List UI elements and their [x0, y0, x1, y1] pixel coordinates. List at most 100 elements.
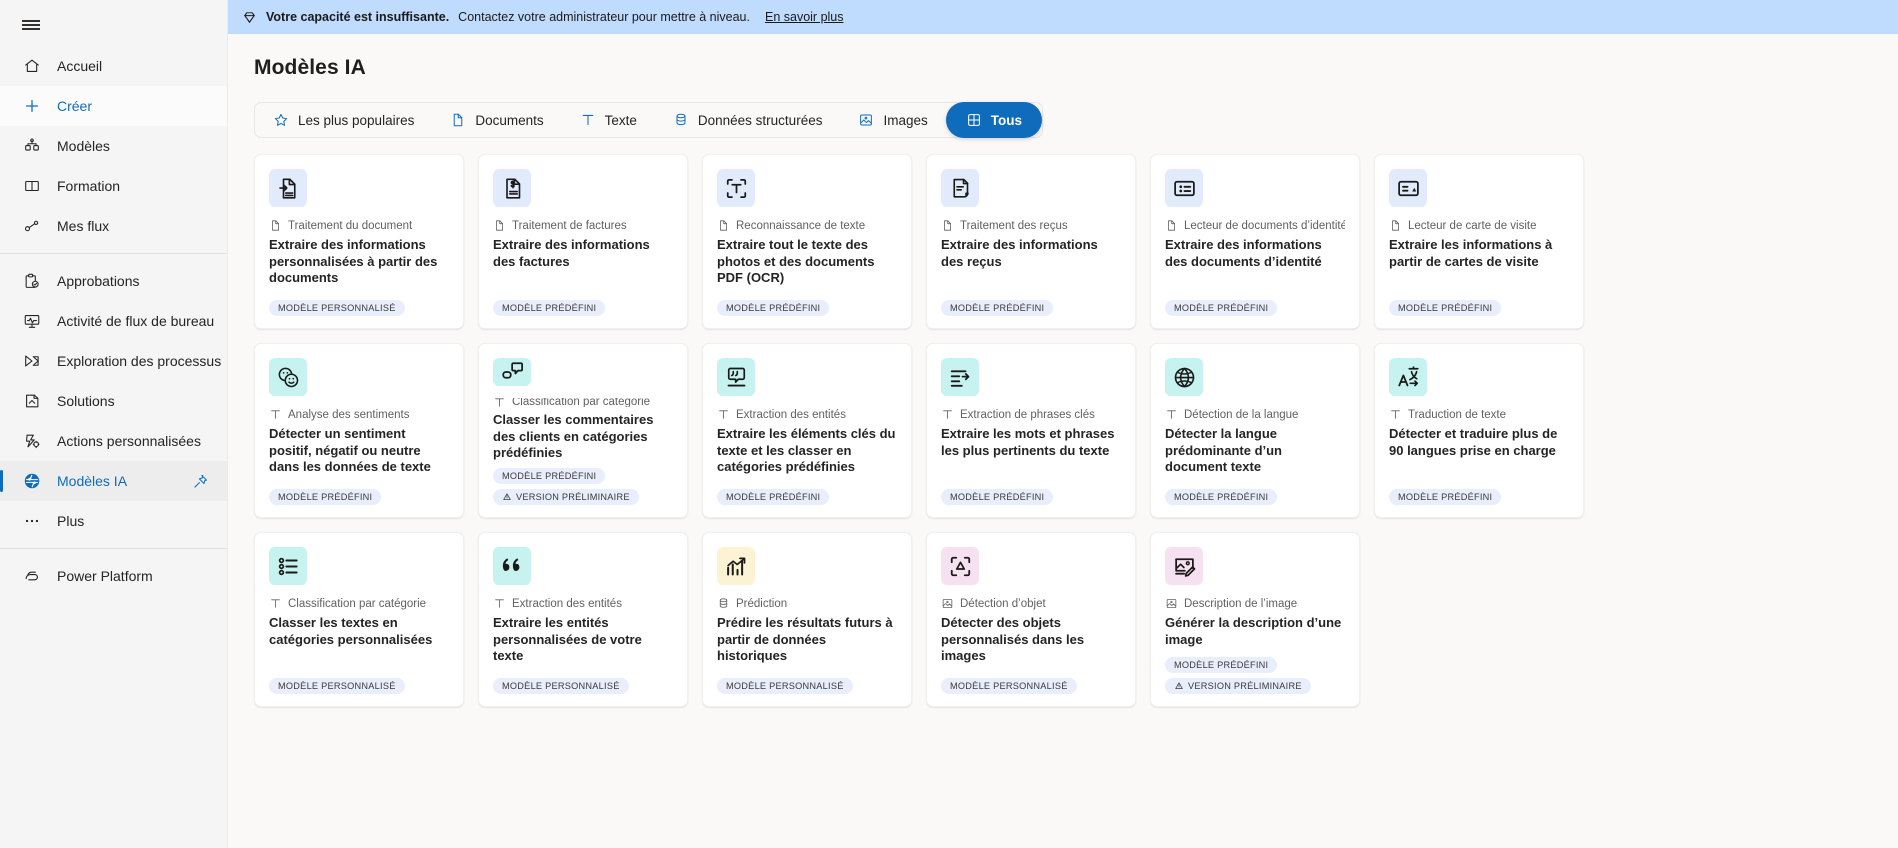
model-card[interactable]: Analyse des sentiments Détecter un sentim…: [254, 343, 464, 518]
model-card[interactable]: Extraction des entités Extraire les entit…: [478, 532, 688, 707]
text-icon: [493, 398, 506, 407]
tab-tous[interactable]: Tous: [945, 102, 1042, 138]
sidebar-item-accueil[interactable]: Accueil: [0, 46, 227, 86]
sidebar-item-actions-personnalis-es[interactable]: Actions personnalisées: [0, 421, 227, 461]
model-kind: Lecteur de carte de visite: [1389, 219, 1569, 232]
model-description: Extraire les éléments clés du texte et l…: [717, 426, 896, 475]
sidebar-item-exploration-des-processus[interactable]: Exploration des processus: [0, 341, 227, 381]
sidebar-item-mod-les[interactable]: Modèles: [0, 126, 227, 166]
tab-donn-es-structur-es[interactable]: Données structurées: [655, 102, 841, 138]
page-title: Modèles IA: [254, 56, 366, 79]
sidebar-divider-1: [0, 253, 227, 254]
model-type-badge: MODÈLE PRÉDÉFINI: [717, 489, 830, 505]
quote-icon: [493, 547, 531, 585]
sidebar-group-tertiary: Power Platform: [0, 556, 227, 596]
tab-label: Données structurées: [697, 112, 823, 128]
model-type-badge: MODÈLE PRÉDÉFINI: [717, 300, 830, 316]
model-type-badge: MODÈLE PRÉDÉFINI: [1165, 657, 1278, 673]
model-card[interactable]: Lecteur de documents d’identité Extraire …: [1150, 154, 1360, 329]
capacity-banner: Votre capacité est insuffisante. Contact…: [228, 0, 1898, 34]
model-kind-label: Détection de la langue: [1184, 408, 1299, 421]
badge-label: MODÈLE PRÉDÉFINI: [726, 303, 821, 313]
receipt-icon: [941, 169, 979, 207]
sidebar-item-activit-de-flux-de-bureau[interactable]: Activité de flux de bureau: [0, 301, 227, 341]
model-card[interactable]: Description de l’image Générer la descrip…: [1150, 532, 1360, 707]
entity-extraction-icon: [717, 358, 755, 396]
model-card[interactable]: Traduction de texte Détecter et traduire …: [1374, 343, 1584, 518]
sidebar-item-plus[interactable]: Plus: [0, 501, 227, 541]
preview-badge: VERSION PRÉLIMINAIRE: [493, 489, 639, 505]
model-type-badge: MODÈLE PRÉDÉFINI: [1165, 300, 1278, 316]
image-icon: [1165, 597, 1178, 610]
model-description: Extraire les mots et phrases les plus pe…: [941, 426, 1115, 458]
tab-label: Tous: [990, 112, 1022, 128]
tab-texte[interactable]: Texte: [562, 102, 655, 138]
model-description: Extraire des informations personnalisées…: [269, 237, 438, 286]
model-card[interactable]: Extraction de phrases clés Extraire les m…: [926, 343, 1136, 518]
model-badges: MODÈLE PRÉDÉFINI: [1165, 300, 1345, 316]
model-type-badge: MODÈLE PRÉDÉFINI: [1165, 489, 1278, 505]
page-header: Modèles IA: [228, 34, 1898, 80]
badge-label: MODÈLE PRÉDÉFINI: [278, 492, 373, 502]
preview-badge: VERSION PRÉLIMINAIRE: [1165, 678, 1311, 694]
tab-label: Images: [883, 112, 928, 128]
sidebar-item-label: Mes flux: [57, 218, 110, 234]
pin-icon[interactable]: [191, 472, 209, 490]
tab-documents[interactable]: Documents: [432, 102, 561, 138]
document-extract-icon: [269, 169, 307, 207]
object-detection-icon: [941, 547, 979, 585]
sidebar-item-label: Plus: [57, 513, 85, 529]
grid-icon: [966, 112, 982, 128]
banner-learn-more-link[interactable]: En savoir plus: [765, 10, 844, 24]
badge-label: MODÈLE PRÉDÉFINI: [1174, 492, 1269, 502]
category-classification-icon: [493, 358, 531, 386]
model-card[interactable]: Traitement de factures Extraire des infor…: [478, 154, 688, 329]
model-badges: MODÈLE PRÉDÉFINI: [269, 489, 449, 505]
sidebar-item-mod-les-ia[interactable]: Modèles IA: [0, 461, 227, 501]
model-description: Détecter des objets personnalisés dans l…: [941, 615, 1085, 664]
model-card[interactable]: Lecteur de carte de visite Extraire les i…: [1374, 154, 1584, 329]
badge-label: MODÈLE PRÉDÉFINI: [502, 303, 597, 313]
model-kind: Description de l’image: [1165, 597, 1345, 610]
model-kind: Traduction de texte: [1389, 408, 1569, 421]
learn-icon: [22, 176, 42, 196]
text-recognition-icon: [717, 169, 755, 207]
sidebar-item-cr-er[interactable]: Créer: [0, 86, 227, 126]
sidebar-item-mes-flux[interactable]: Mes flux: [0, 206, 227, 246]
model-card[interactable]: Détection d’objet Détecter des objets per…: [926, 532, 1136, 707]
key-phrase-icon: [941, 358, 979, 396]
document-icon: [269, 219, 282, 232]
model-kind-label: Traitement du document: [288, 219, 413, 232]
model-description: Extraire les entités personnalisées de v…: [493, 615, 642, 664]
sidebar-item-label: Activité de flux de bureau: [57, 313, 215, 329]
document-icon: [1165, 219, 1178, 232]
model-card[interactable]: Traitement des reçus Extraire des informa…: [926, 154, 1136, 329]
tab-images[interactable]: Images: [840, 102, 945, 138]
tab-les-plus-populaires[interactable]: Les plus populaires: [255, 102, 432, 138]
model-card[interactable]: Reconnaissance de texte Extraire tout le …: [702, 154, 912, 329]
main-area: Votre capacité est insuffisante. Contact…: [228, 0, 1898, 848]
model-card[interactable]: Classification par catégorie Classer les …: [254, 532, 464, 707]
tabs-container: Les plus populaires Documents Texte Données…: [228, 80, 1898, 142]
tab-label: Les plus populaires: [298, 112, 415, 128]
model-card[interactable]: Traitement du document Extraire des infor…: [254, 154, 464, 329]
sidebar-item-solutions[interactable]: Solutions: [0, 381, 227, 421]
sidebar-item-power-platform[interactable]: Power Platform: [0, 556, 227, 596]
sidebar-item-formation[interactable]: Formation: [0, 166, 227, 206]
preview-icon: [502, 492, 512, 502]
model-type-badge: MODÈLE PRÉDÉFINI: [941, 489, 1054, 505]
model-description: Extraire des informations des documents …: [1165, 237, 1322, 269]
tab-label: Documents: [475, 112, 544, 128]
model-card[interactable]: Prédiction Prédire les résultats futurs à…: [702, 532, 912, 707]
sidebar-item-approbations[interactable]: Approbations: [0, 261, 227, 301]
power-platform-icon: [22, 566, 42, 586]
hamburger-menu-button[interactable]: [0, 4, 227, 46]
hamburger-icon: [22, 18, 40, 32]
home-icon: [22, 56, 42, 76]
model-card[interactable]: Extraction des entités Extraire les éléme…: [702, 343, 912, 518]
model-kind: Classification par catégorie: [269, 597, 449, 610]
model-kind-label: Extraction des entités: [512, 597, 622, 610]
model-card[interactable]: Détection de la langue Détecter la langue…: [1150, 343, 1360, 518]
model-card[interactable]: Classification par catégorie Classer les …: [478, 343, 688, 518]
model-kind-label: Extraction de phrases clés: [960, 408, 1095, 421]
